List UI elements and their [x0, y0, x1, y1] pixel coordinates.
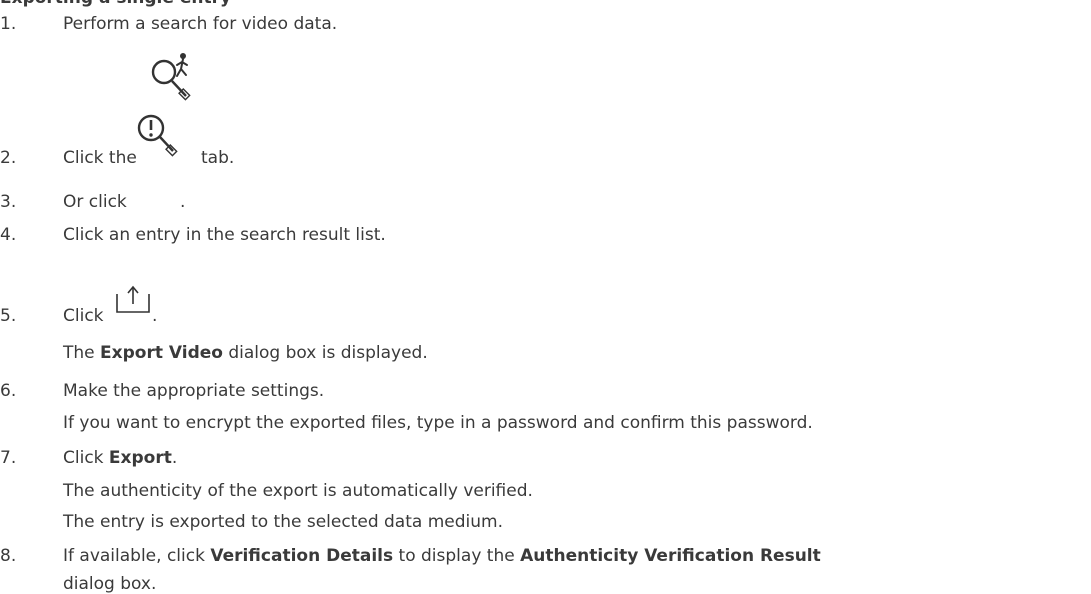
step-text: Click an entry in the search result list… — [63, 225, 386, 245]
step-detail: If you want to encrypt the exported file… — [63, 413, 813, 433]
step-text: Make the appropriate settings. — [63, 381, 325, 401]
step-text: If available, click Verification Details… — [63, 546, 821, 566]
step-number: 8. — [0, 546, 17, 566]
step-number: 1. — [0, 14, 17, 34]
step-text-suffix: . — [152, 306, 158, 326]
step-text: Click the — [63, 148, 137, 168]
step-number: 5. — [0, 306, 17, 326]
export-icon — [116, 284, 150, 314]
step-number: 7. — [0, 448, 17, 468]
step-text-suffix: tab. — [201, 148, 235, 168]
step-number: 4. — [0, 225, 17, 245]
step-detail: The entry is exported to the selected da… — [63, 512, 503, 532]
search-alarm-icon — [133, 110, 181, 158]
step-number: 6. — [0, 381, 17, 401]
step-number: 2. — [0, 148, 17, 168]
step-number: 3. — [0, 192, 17, 212]
step-detail: The authenticity of the export is automa… — [63, 481, 533, 501]
step-text: Click Export. — [63, 448, 178, 468]
step-text: Or click — [63, 192, 127, 212]
step-text: Click — [63, 306, 104, 326]
search-person-icon — [146, 50, 198, 102]
step-detail: dialog box. — [63, 574, 157, 594]
step-text-suffix: . — [180, 192, 186, 212]
section-heading: Exporting a single entry — [0, 0, 231, 8]
step-text: Perform a search for video data. — [63, 14, 338, 34]
step-detail: The Export Video dialog box is displayed… — [63, 343, 428, 363]
